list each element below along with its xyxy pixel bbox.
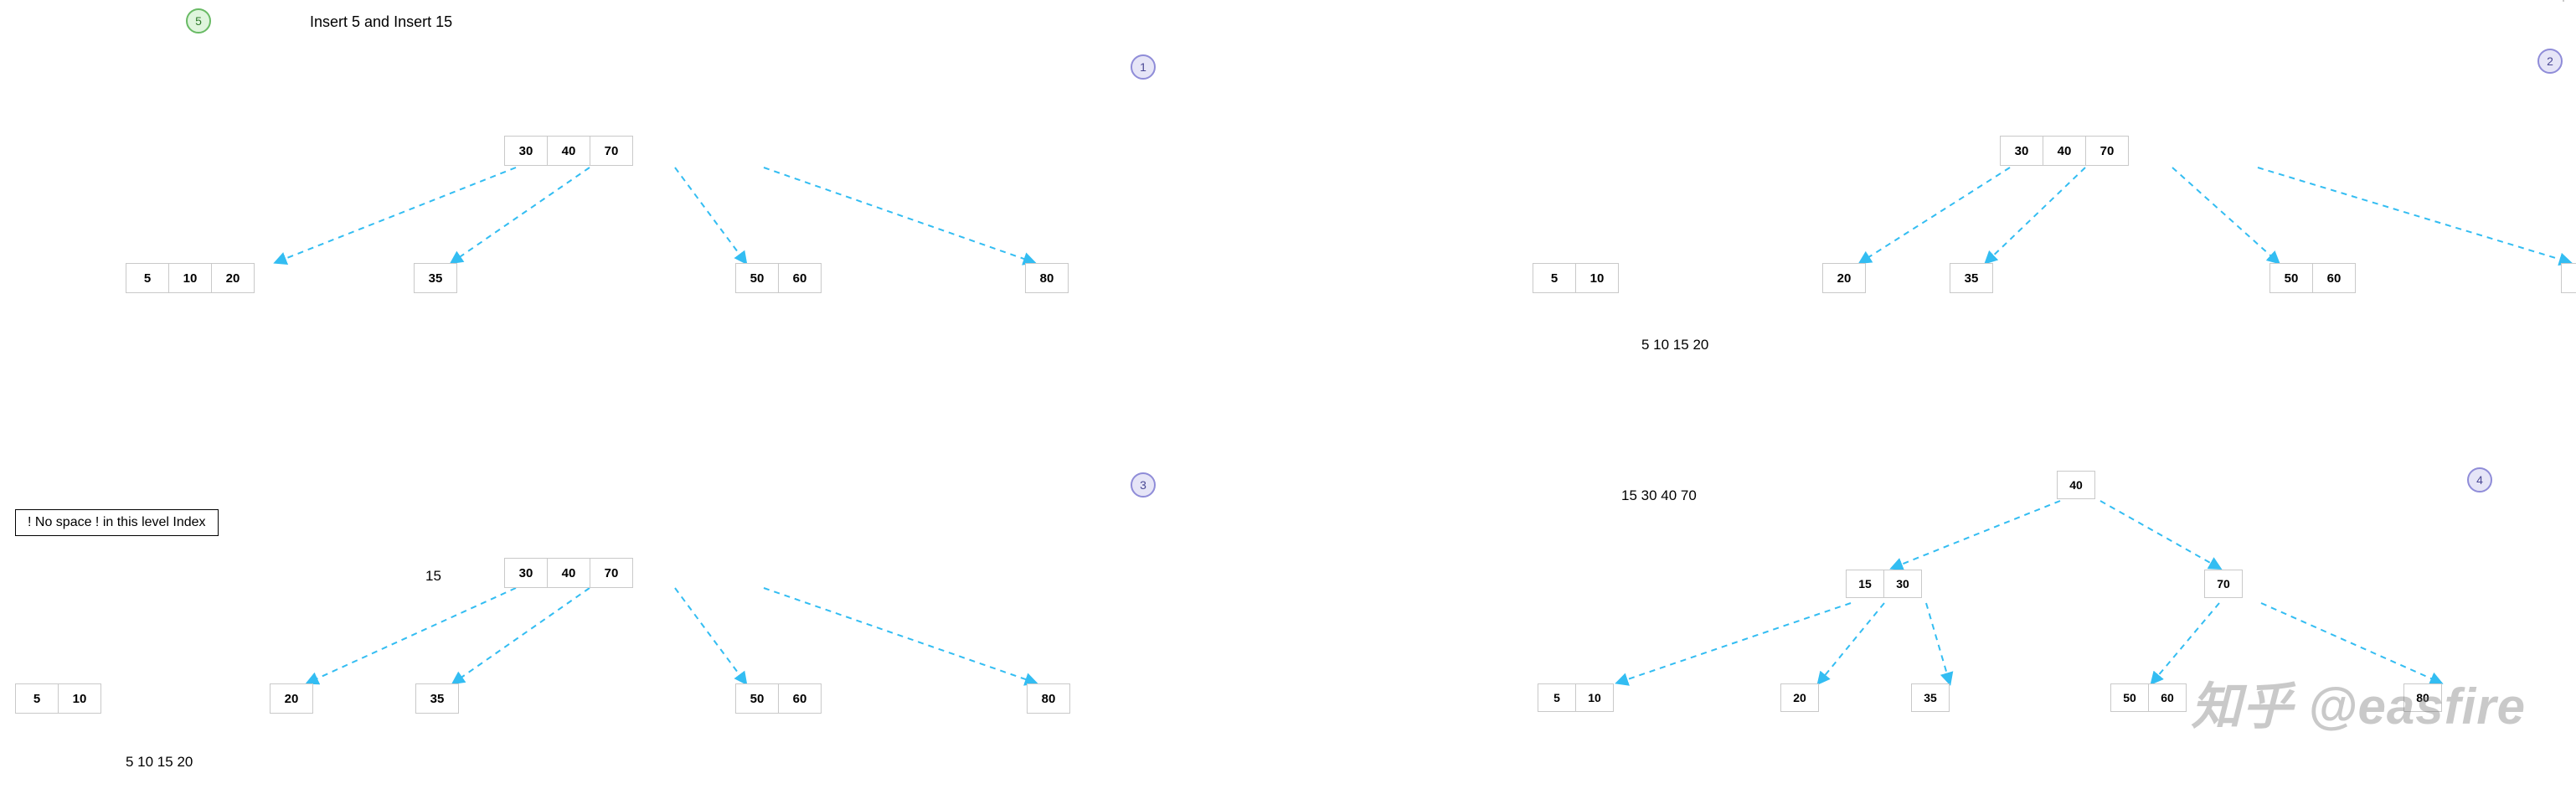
- step-badge-3: 3: [1131, 472, 1156, 498]
- key: 35: [415, 264, 456, 292]
- key: 15: [1847, 570, 1884, 597]
- key: 35: [416, 684, 458, 713]
- key: 50: [736, 684, 779, 713]
- key: 10: [59, 684, 100, 713]
- key: 50: [2111, 684, 2149, 711]
- key: 40: [548, 137, 590, 165]
- title: Insert 5 and Insert 15: [310, 13, 452, 31]
- pending-3: 15: [425, 568, 441, 585]
- p3-c3: 80: [1027, 683, 1070, 714]
- key: 5: [1538, 684, 1576, 711]
- key: 70: [590, 559, 632, 587]
- key: 80: [1026, 264, 1068, 292]
- annot-3: 5 10 15 20: [126, 754, 193, 771]
- key: 70: [590, 137, 632, 165]
- key: 60: [779, 264, 821, 292]
- key: 40: [2058, 472, 2094, 498]
- p2-c0: 20: [1822, 263, 1866, 293]
- annot-4: 15 30 40 70: [1621, 487, 1697, 504]
- step-badge-4: 4: [2467, 467, 2492, 492]
- key: 20: [1781, 684, 1818, 711]
- p1-c0: 5 10 20: [126, 263, 255, 293]
- key: 5: [126, 264, 169, 292]
- p1-c2: 50 60: [735, 263, 822, 293]
- key: 30: [505, 559, 548, 587]
- p3-pre: 5 10: [15, 683, 101, 714]
- p3-c2: 50 60: [735, 683, 822, 714]
- key: 40: [2043, 137, 2086, 165]
- key: 35: [1950, 264, 1992, 292]
- key: 40: [548, 559, 590, 587]
- key: 20: [1823, 264, 1865, 292]
- key: 35: [1912, 684, 1949, 711]
- p2-c2: 50 60: [2269, 263, 2356, 293]
- step-num: 3: [1140, 478, 1146, 492]
- p3-c1: 35: [415, 683, 459, 714]
- key: 5: [1533, 264, 1576, 292]
- key: 20: [270, 684, 312, 713]
- key: 30: [505, 137, 548, 165]
- p4-c1: 20: [1780, 683, 1819, 712]
- key: 5: [16, 684, 59, 713]
- step-num: 5: [195, 14, 202, 28]
- key: 70: [2205, 570, 2242, 597]
- key: 80: [1028, 684, 1069, 713]
- note-3: ! No space ! in this level Index: [15, 509, 219, 536]
- key: 60: [779, 684, 821, 713]
- key: 10: [169, 264, 212, 292]
- arrows-2: [0, 0, 2576, 394]
- p4-l: 15 30: [1846, 570, 1922, 598]
- key: 80: [2562, 264, 2576, 292]
- p3-root: 30 40 70: [504, 558, 633, 588]
- arrows-3: [0, 394, 1156, 787]
- step-badge-1: 1: [1131, 54, 1156, 80]
- p2-c3s: [2563, 0, 2564, 2]
- step-badge-2: 2: [2537, 49, 2563, 74]
- p2-c3: 80: [2561, 263, 2576, 293]
- step-num: 4: [2476, 473, 2483, 487]
- p2-pre: 5 10: [1533, 263, 1619, 293]
- p1-c1: 35: [414, 263, 457, 293]
- key: 10: [1576, 264, 1618, 292]
- annot-2: 5 10 15 20: [1641, 337, 1708, 353]
- p4-c0: 5 10: [1538, 683, 1614, 712]
- p4-c2: 35: [1911, 683, 1950, 712]
- p1-root: 30 40 70: [504, 136, 633, 166]
- watermark: 知乎 @easfire: [2191, 666, 2526, 739]
- key: 60: [2149, 684, 2186, 711]
- p4-root: 40: [2057, 471, 2095, 499]
- key: 30: [1884, 570, 1921, 597]
- key: 50: [2270, 264, 2313, 292]
- key: 10: [1576, 684, 1613, 711]
- step-badge-5: 5: [186, 8, 211, 34]
- step-num: 1: [1140, 60, 1146, 74]
- key: 20: [212, 264, 254, 292]
- key: 30: [2001, 137, 2043, 165]
- p1-c3: 80: [1025, 263, 1069, 293]
- p2-c1: 35: [1950, 263, 1993, 293]
- p4-r: 70: [2204, 570, 2243, 598]
- step-num: 2: [2547, 54, 2553, 68]
- arrows-4: [0, 394, 2576, 787]
- key: 60: [2313, 264, 2355, 292]
- p4-c3: 50 60: [2110, 683, 2187, 712]
- key: 70: [2086, 137, 2128, 165]
- p2-root: 30 40 70: [2000, 136, 2129, 166]
- p3-c0: 20: [270, 683, 313, 714]
- key: 50: [736, 264, 779, 292]
